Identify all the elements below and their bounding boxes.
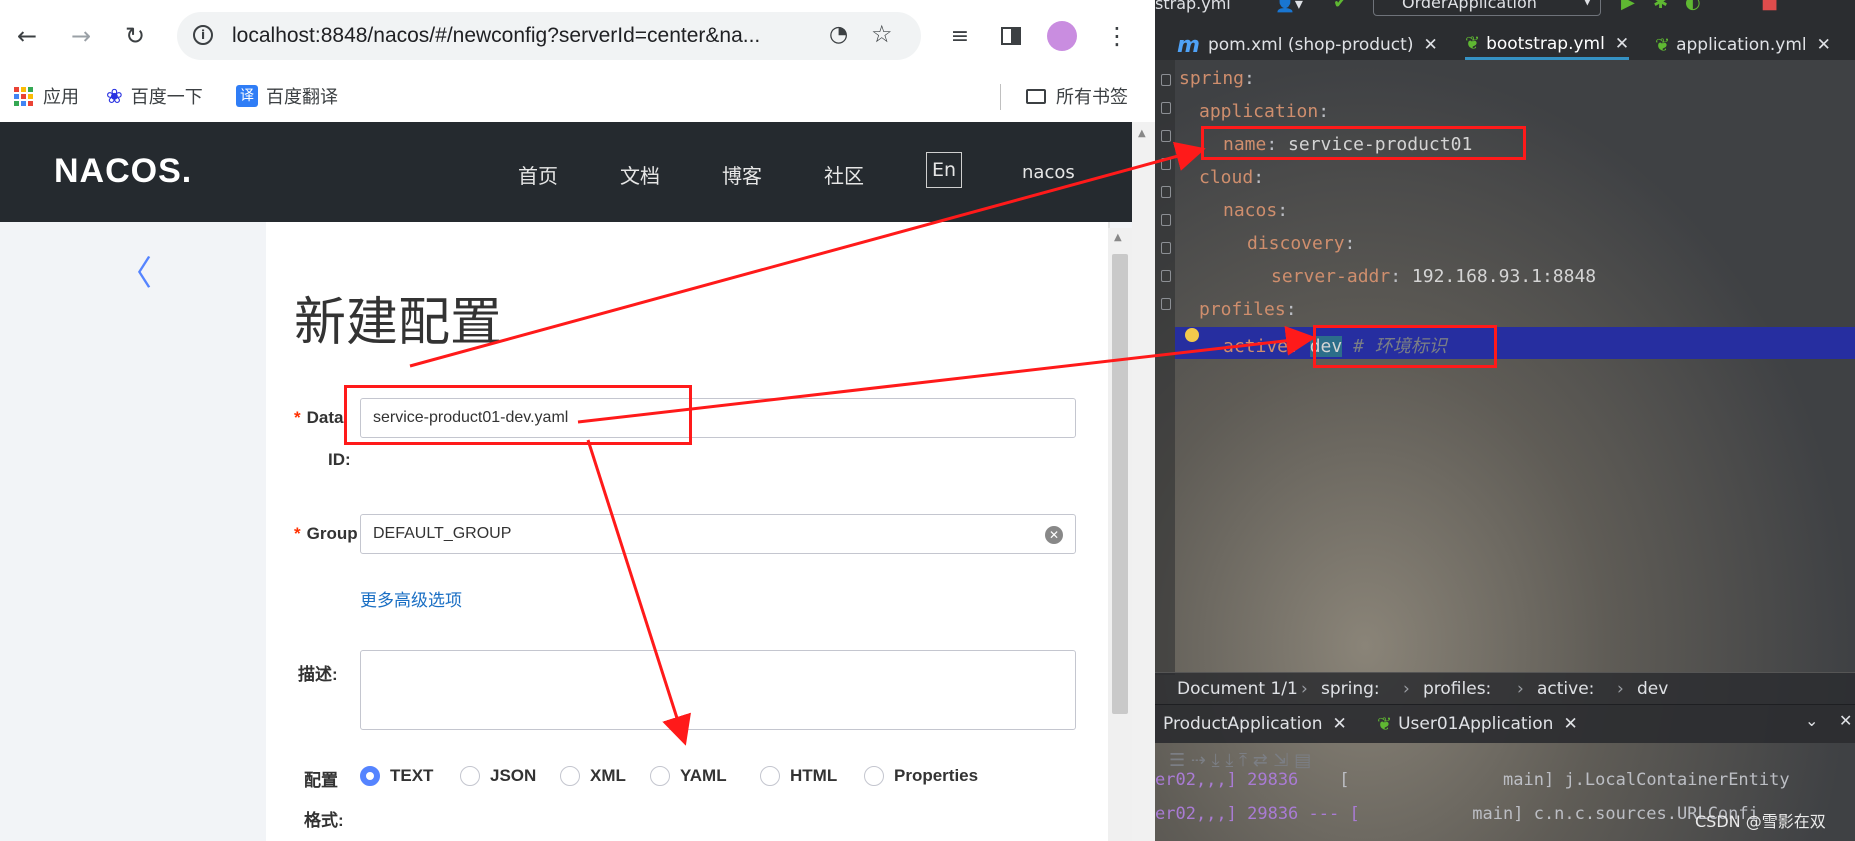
arrow-to-app-name	[409, 141, 1206, 368]
arrow-to-profile	[577, 325, 1316, 424]
annotation-arrows	[409, 141, 1316, 746]
arrow-to-yaml-format	[586, 439, 691, 746]
